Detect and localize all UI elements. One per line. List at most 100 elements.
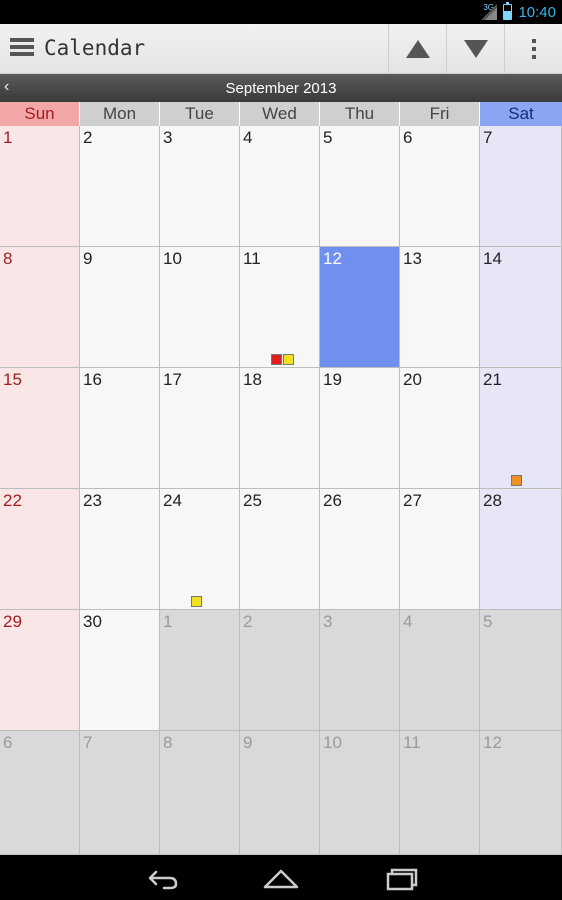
day-number: 18 [243, 370, 262, 389]
day-number: 3 [323, 612, 333, 631]
day-number: 8 [163, 733, 173, 752]
day-cell[interactable]: 5 [320, 126, 400, 247]
day-cell[interactable]: 24 [160, 489, 240, 610]
day-number: 20 [403, 370, 422, 389]
day-cell[interactable]: 19 [320, 368, 400, 489]
day-number: 4 [403, 612, 413, 631]
day-cell[interactable]: 9 [80, 247, 160, 368]
day-cell[interactable]: 16 [80, 368, 160, 489]
day-cell[interactable]: 6 [0, 731, 80, 855]
overflow-menu-button[interactable] [504, 24, 562, 74]
day-cell[interactable]: 8 [160, 731, 240, 855]
action-bar: Calendar [0, 24, 562, 74]
day-cell[interactable]: 5 [480, 610, 562, 731]
weekday-wed: Wed [240, 102, 320, 126]
day-cell[interactable]: 17 [160, 368, 240, 489]
back-icon[interactable] [140, 863, 184, 893]
day-cell[interactable]: 7 [80, 731, 160, 855]
day-number: 9 [243, 733, 253, 752]
day-cell[interactable]: 2 [80, 126, 160, 247]
day-number: 12 [483, 733, 502, 752]
day-cell[interactable]: 30 [80, 610, 160, 731]
weekday-mon: Mon [80, 102, 160, 126]
day-number: 15 [3, 370, 22, 389]
day-cell[interactable]: 12 [480, 731, 562, 855]
day-number: 13 [403, 249, 422, 268]
day-cell[interactable]: 1 [0, 126, 80, 247]
day-number: 10 [163, 249, 182, 268]
day-number: 16 [83, 370, 102, 389]
day-cell[interactable]: 29 [0, 610, 80, 731]
day-cell[interactable]: 7 [480, 126, 562, 247]
event-marker [511, 475, 522, 486]
day-number: 1 [163, 612, 173, 631]
day-cell[interactable]: 21 [480, 368, 562, 489]
day-cell[interactable]: 12 [320, 247, 400, 368]
weekday-thu: Thu [320, 102, 400, 126]
day-number: 12 [323, 249, 342, 268]
day-number: 28 [483, 491, 502, 510]
day-number: 11 [403, 733, 421, 752]
day-number: 1 [3, 128, 13, 147]
day-cell[interactable]: 26 [320, 489, 400, 610]
day-cell[interactable]: 10 [160, 247, 240, 368]
previous-month-button[interactable] [388, 24, 446, 74]
day-number: 7 [483, 128, 493, 147]
day-number: 7 [83, 733, 93, 752]
day-cell[interactable]: 25 [240, 489, 320, 610]
day-number: 6 [403, 128, 413, 147]
day-cell[interactable]: 10 [320, 731, 400, 855]
day-number: 3 [163, 128, 173, 147]
arrow-down-icon [463, 40, 488, 58]
day-cell[interactable]: 4 [240, 126, 320, 247]
month-title: September 2013 [225, 80, 337, 97]
day-cell[interactable]: 13 [400, 247, 480, 368]
day-cell[interactable]: 3 [160, 126, 240, 247]
day-cell[interactable]: 9 [240, 731, 320, 855]
day-cell[interactable]: 23 [80, 489, 160, 610]
hamburger-menu-icon[interactable] [10, 38, 34, 58]
day-number: 19 [323, 370, 342, 389]
day-cell[interactable]: 2 [240, 610, 320, 731]
day-number: 22 [3, 491, 22, 510]
day-cell[interactable]: 20 [400, 368, 480, 489]
day-number: 29 [3, 612, 22, 631]
signal-icon [481, 4, 498, 20]
day-cell[interactable]: 22 [0, 489, 80, 610]
day-cell[interactable]: 15 [0, 368, 80, 489]
weekday-sun: Sun [0, 102, 80, 126]
day-number: 17 [163, 370, 182, 389]
day-number: 6 [3, 733, 13, 752]
battery-icon [503, 2, 513, 20]
day-number: 14 [483, 249, 502, 268]
event-marker [283, 354, 294, 365]
day-number: 5 [323, 128, 333, 147]
weekday-header: Sun Mon Tue Wed Thu Fri Sat [0, 102, 562, 126]
month-header: ‹ September 2013 [0, 74, 562, 102]
weekday-tue: Tue [160, 102, 240, 126]
overflow-menu-icon [531, 39, 536, 59]
day-cell[interactable]: 3 [320, 610, 400, 731]
day-cell[interactable]: 1 [160, 610, 240, 731]
day-cell[interactable]: 11 [240, 247, 320, 368]
app-title: Calendar [44, 36, 146, 60]
day-number: 10 [323, 733, 342, 752]
day-number: 11 [243, 249, 261, 268]
status-clock: 10:40 [518, 3, 556, 21]
day-cell[interactable]: 6 [400, 126, 480, 247]
day-cell[interactable]: 28 [480, 489, 562, 610]
recent-apps-icon[interactable] [380, 863, 424, 893]
day-cell[interactable]: 8 [0, 247, 80, 368]
next-month-button[interactable] [446, 24, 504, 74]
event-marker [271, 354, 282, 365]
arrow-up-icon [405, 40, 430, 58]
day-cell[interactable]: 11 [400, 731, 480, 855]
status-bar: 3G 10:40 [0, 0, 562, 24]
home-icon[interactable] [259, 863, 303, 893]
calendar-grid: 1 2 3 4 5 6 7 8 9 10 11 12 13 14 15 16 17 18 19 20 21 22 23 24 2… [0, 126, 562, 855]
day-number: 4 [243, 128, 253, 147]
day-cell[interactable]: 18 [240, 368, 320, 489]
day-cell[interactable]: 14 [480, 247, 562, 368]
day-cell[interactable]: 27 [400, 489, 480, 610]
day-cell[interactable]: 4 [400, 610, 480, 731]
